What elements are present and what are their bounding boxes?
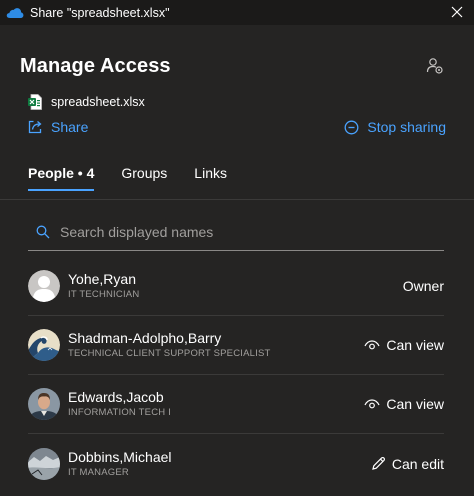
person-info: Dobbins,Michael IT MANAGER: [68, 449, 172, 479]
stop-sharing-label: Stop sharing: [367, 119, 446, 135]
person-row[interactable]: Edwards,Jacob INFORMATION TECH I Can vie…: [28, 375, 444, 434]
title-bar: Share "spreadsheet.xlsx": [0, 0, 474, 25]
share-button[interactable]: Share: [28, 119, 88, 135]
share-icon: [28, 120, 42, 134]
eye-icon: [364, 398, 380, 408]
photo-avatar: [28, 447, 60, 480]
default-avatar: [28, 270, 60, 302]
stop-circle-icon: [344, 120, 359, 134]
person-name: Yohe,Ryan: [68, 271, 136, 287]
person-row[interactable]: Shadman-Adolpho,Barry TECHNICAL CLIENT S…: [28, 316, 444, 375]
person-row[interactable]: Yohe,Ryan IT TECHNICIAN Owner: [28, 257, 444, 316]
tab-groups[interactable]: Groups: [121, 165, 167, 191]
person-role: IT MANAGER: [68, 466, 129, 478]
search-input[interactable]: [60, 223, 420, 240]
share-label: Share: [51, 119, 89, 135]
file-info: spreadsheet.xlsx: [28, 94, 145, 110]
permission-text: Can view: [386, 337, 444, 353]
tab-bar: People • 4 Groups Links: [28, 165, 254, 191]
person-role: INFORMATION TECH I: [68, 407, 171, 418]
people-settings-icon[interactable]: [426, 57, 444, 75]
wave-avatar: [28, 329, 60, 361]
tab-people[interactable]: People • 4: [28, 165, 95, 191]
onedrive-cloud-icon: [6, 7, 24, 18]
excel-file-icon: [28, 94, 42, 110]
page-title: Manage Access: [20, 55, 171, 77]
share-dialog: Share "spreadsheet.xlsx" Manage Access s…: [0, 0, 474, 496]
person-name: Edwards,Jacob: [68, 389, 164, 405]
permission-text: Can view: [386, 396, 444, 412]
person-role: IT TECHNICIAN: [68, 289, 140, 300]
eye-icon: [364, 339, 380, 349]
person-info: Edwards,Jacob INFORMATION TECH I: [68, 389, 171, 419]
people-list: Yohe,Ryan IT TECHNICIAN Owner Shadman-Ad…: [28, 257, 444, 493]
file-name: spreadsheet.xlsx: [51, 95, 145, 109]
search-box: [28, 213, 444, 251]
window-title: Share "spreadsheet.xlsx": [30, 5, 170, 20]
person-info: Yohe,Ryan IT TECHNICIAN: [68, 271, 139, 301]
permission-dropdown[interactable]: Can edit: [371, 456, 444, 472]
person-role: TECHNICAL CLIENT SUPPORT SPECIALIST: [68, 348, 271, 359]
person-row[interactable]: Dobbins,Michael IT MANAGER Can edit: [28, 434, 444, 493]
permission-label: Owner: [403, 278, 444, 294]
permission-text: Owner: [402, 278, 444, 294]
stop-sharing-button[interactable]: Stop sharing: [344, 119, 446, 135]
person-name: Dobbins,Michael: [68, 448, 172, 465]
permission-text: Can edit: [391, 455, 444, 472]
header: Manage Access: [20, 55, 454, 78]
close-icon[interactable]: [450, 5, 464, 19]
person-info: Shadman-Adolpho,Barry TECHNICAL CLIENT S…: [68, 330, 271, 360]
divider: [0, 199, 474, 200]
person-name: Shadman-Adolpho,Barry: [68, 330, 222, 346]
sharing-actions: Share Stop sharing: [28, 119, 446, 137]
tab-links[interactable]: Links: [194, 165, 227, 191]
permission-dropdown[interactable]: Can view: [364, 396, 444, 412]
pencil-icon: [372, 456, 385, 470]
search-icon: [36, 225, 50, 238]
permission-dropdown[interactable]: Can view: [364, 337, 444, 353]
photo-avatar: [28, 388, 60, 420]
